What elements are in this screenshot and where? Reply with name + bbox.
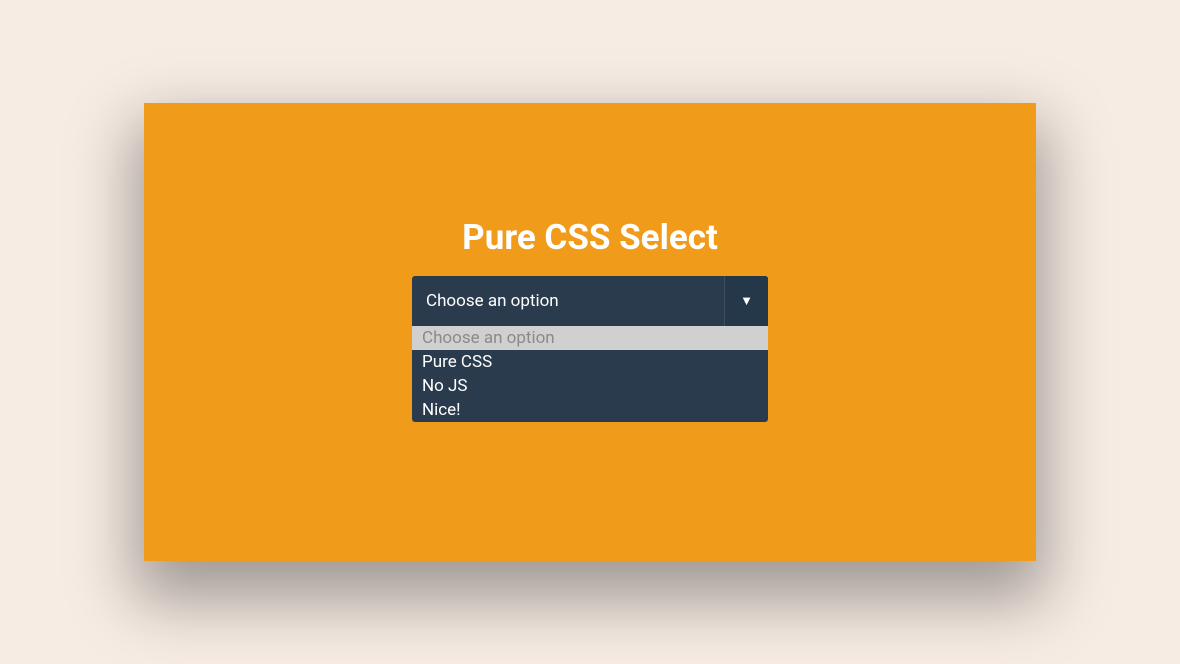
custom-select: Choose an option ▼ Choose an option Pure…	[412, 276, 768, 422]
select-selected-label: Choose an option	[412, 276, 724, 326]
page-title: Pure CSS Select	[462, 217, 718, 258]
select-options-list: Choose an option Pure CSS No JS Nice!	[412, 326, 768, 422]
select-option[interactable]: Choose an option	[412, 326, 768, 350]
select-option[interactable]: Pure CSS	[412, 350, 768, 374]
card-panel: Pure CSS Select Choose an option ▼ Choos…	[144, 103, 1036, 561]
chevron-down-icon: ▼	[724, 276, 768, 326]
select-option[interactable]: Nice!	[412, 398, 768, 422]
select-toggle[interactable]: Choose an option ▼	[412, 276, 768, 326]
select-option[interactable]: No JS	[412, 374, 768, 398]
